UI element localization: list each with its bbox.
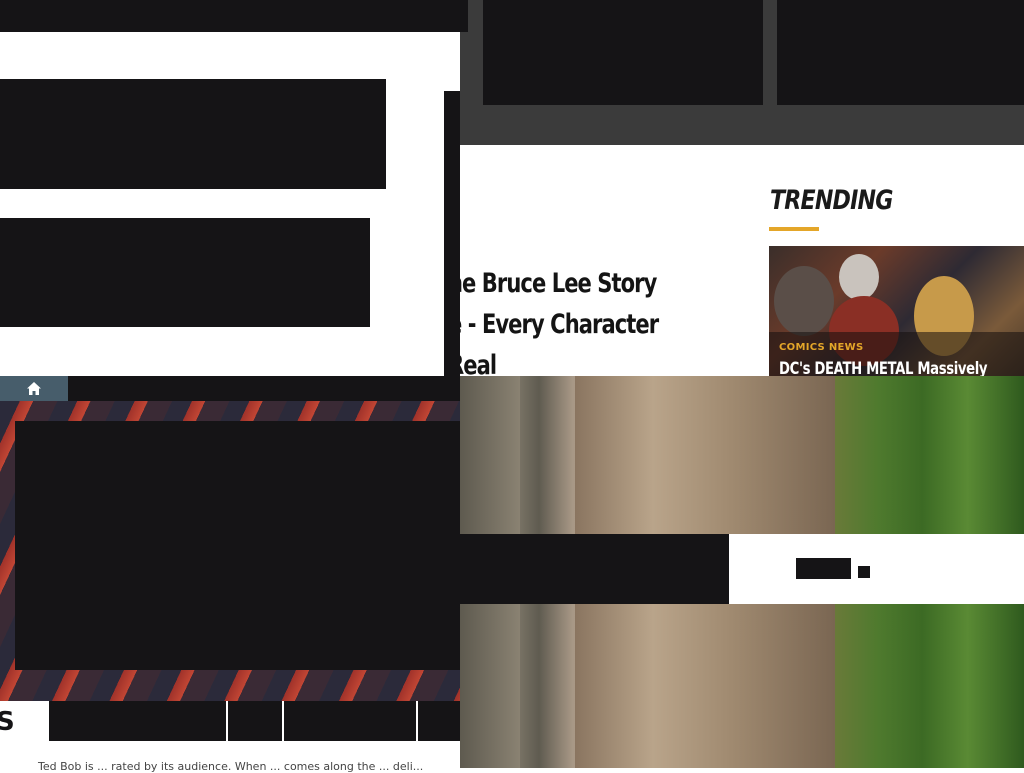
trending-title: TRENDING [770, 185, 893, 216]
section-heading-fragment: S [0, 707, 15, 737]
home-icon [27, 382, 41, 395]
trending-section: TRENDING COMICS NEWS DC's DEATH METAL Ma… [760, 145, 1024, 376]
trending-underline [769, 227, 819, 231]
navigation-bar [0, 376, 460, 401]
ad-container [729, 534, 1024, 604]
article-header: he Bruce Lee Story e - Every Character R… [460, 145, 760, 376]
ad-label-placeholder[interactable] [796, 558, 851, 579]
top-bar [0, 0, 468, 32]
ad-placeholder-top-right[interactable] [777, 0, 1024, 105]
character-face-image [839, 254, 879, 300]
tab-placeholder[interactable] [49, 701, 228, 741]
creature-image [774, 266, 834, 336]
ad-close-placeholder[interactable] [858, 566, 870, 578]
hero-placeholder[interactable] [15, 421, 460, 670]
card-category[interactable]: COMICS NEWS [779, 342, 863, 353]
article-excerpt: Ted Bob is ... rated by its audience. Wh… [38, 760, 424, 773]
ad-placeholder-mid[interactable] [460, 534, 729, 604]
card-headline[interactable]: DC's DEATH METAL Massively [779, 359, 988, 376]
share-tabs [49, 701, 460, 741]
ad-placeholder-left-1[interactable] [0, 79, 386, 189]
tab-placeholder[interactable] [228, 701, 284, 741]
overlay-panel-edge [444, 91, 460, 376]
article-headline[interactable]: he Bruce Lee Story e - Every Character R… [460, 263, 698, 376]
trending-card[interactable]: COMICS NEWS DC's DEATH METAL Massively [769, 246, 1024, 376]
tab-placeholder[interactable] [418, 701, 460, 741]
tab-placeholder[interactable] [284, 701, 418, 741]
home-button[interactable] [0, 376, 68, 401]
ad-placeholder-left-2[interactable] [0, 218, 370, 327]
ad-placeholder-top-middle[interactable] [483, 0, 763, 105]
